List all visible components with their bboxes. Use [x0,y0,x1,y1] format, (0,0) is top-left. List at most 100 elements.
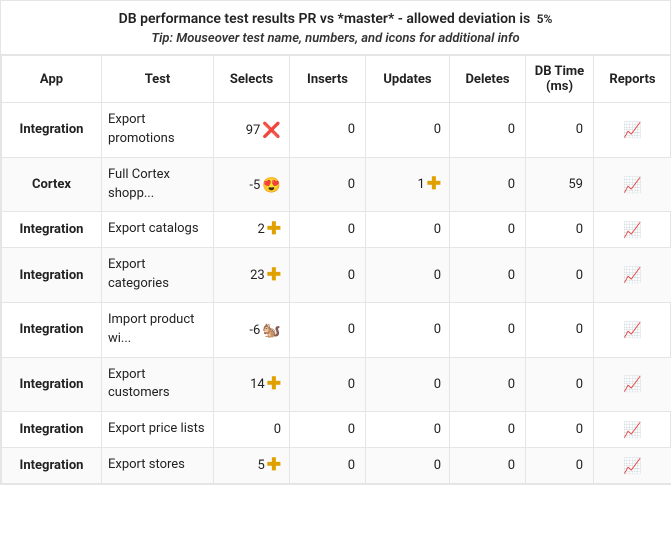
inserts-cell[interactable]: 0 [290,357,366,412]
chart-icon[interactable]: 📈 [623,421,642,439]
updates-cell[interactable]: 0 [366,212,450,248]
app-cell: Integration [2,248,102,303]
chart-icon[interactable]: 📈 [623,221,642,239]
selects-value[interactable]: 2 [257,222,264,237]
reports-cell[interactable]: 📈 [594,212,671,248]
dbtime-cell[interactable]: 0 [526,412,594,448]
title-text: DB performance test results PR vs *maste… [119,11,531,27]
deletes-cell[interactable]: 0 [450,248,526,303]
updates-value[interactable]: 0 [434,322,441,337]
inserts-cell[interactable]: 0 [290,412,366,448]
chart-icon[interactable]: 📈 [623,375,642,393]
test-cell[interactable]: Export price lists [102,412,214,448]
updates-cell[interactable]: 1✚ [366,157,450,212]
dbtime-cell[interactable]: 0 [526,302,594,357]
reports-cell[interactable]: 📈 [594,448,671,484]
dbtime-cell[interactable]: 0 [526,357,594,412]
inserts-cell[interactable]: 0 [290,302,366,357]
test-cell[interactable]: Export customers [102,357,214,412]
col-inserts: Inserts [290,56,366,103]
reports-cell[interactable]: 📈 [594,412,671,448]
updates-cell[interactable]: 0 [366,412,450,448]
plus-icon[interactable]: ✚ [267,376,281,393]
reports-cell[interactable]: 📈 [594,302,671,357]
reports-cell[interactable]: 📈 [594,357,671,412]
app-cell: Integration [2,103,102,158]
test-cell[interactable]: Export catalogs [102,212,214,248]
selects-value[interactable]: 5 [257,458,264,473]
reports-cell[interactable]: 📈 [594,157,671,212]
test-cell[interactable]: Full Cortex shopp... [102,157,214,212]
dbtime-cell[interactable]: 0 [526,212,594,248]
selects-value[interactable]: -5 [249,178,260,193]
selects-cell[interactable]: -5😍 [214,157,290,212]
deletes-cell[interactable]: 0 [450,103,526,158]
dbtime-cell[interactable]: 0 [526,103,594,158]
reports-cell[interactable]: 📈 [594,103,671,158]
app-cell: Integration [2,212,102,248]
selects-cell[interactable]: 2✚ [214,212,290,248]
selects-cell[interactable]: 23✚ [214,248,290,303]
plus-icon[interactable]: ✚ [267,457,281,474]
selects-value[interactable]: 97 [246,123,261,138]
selects-cell[interactable]: 0 [214,412,290,448]
selects-cell[interactable]: 5✚ [214,448,290,484]
deviation-value: 5% [537,12,553,26]
deletes-cell[interactable]: 0 [450,157,526,212]
selects-value[interactable]: -6 [249,323,260,338]
updates-cell[interactable]: 0 [366,302,450,357]
selects-value[interactable]: 0 [274,422,281,437]
dbtime-cell[interactable]: 0 [526,248,594,303]
updates-value[interactable]: 0 [434,422,441,437]
chart-icon[interactable]: 📈 [623,321,642,339]
selects-cell[interactable]: 97❌ [214,103,290,158]
selects-cell[interactable]: 14✚ [214,357,290,412]
deletes-cell[interactable]: 0 [450,302,526,357]
squirrel-icon[interactable]: 🐿️ [262,321,281,339]
deletes-cell[interactable]: 0 [450,412,526,448]
cross-icon[interactable]: ❌ [262,121,281,139]
chart-icon[interactable]: 📈 [623,266,642,284]
updates-cell[interactable]: 0 [366,248,450,303]
heart-icon[interactable]: 😍 [262,176,281,194]
chart-icon[interactable]: 📈 [623,176,642,194]
inserts-cell[interactable]: 0 [290,103,366,158]
chart-icon[interactable]: 📈 [623,457,642,475]
table-row: IntegrationExport customers14✚0000📈 [2,357,671,412]
deletes-cell[interactable]: 0 [450,448,526,484]
col-app: App [2,56,102,103]
selects-cell[interactable]: -6🐿️ [214,302,290,357]
deletes-cell[interactable]: 0 [450,212,526,248]
inserts-cell[interactable]: 0 [290,212,366,248]
updates-cell[interactable]: 0 [366,103,450,158]
col-updates: Updates [366,56,450,103]
test-cell[interactable]: Export categories [102,248,214,303]
updates-value[interactable]: 0 [434,377,441,392]
dbtime-cell[interactable]: 59 [526,157,594,212]
updates-value[interactable]: 0 [434,122,441,137]
table-row: IntegrationExport promotions97❌0000📈 [2,103,671,158]
test-cell[interactable]: Export stores [102,448,214,484]
plus-icon[interactable]: ✚ [267,221,281,238]
col-selects: Selects [214,56,290,103]
panel-title[interactable]: DB performance test results PR vs *maste… [9,11,662,27]
inserts-cell[interactable]: 0 [290,157,366,212]
selects-value[interactable]: 23 [250,268,265,283]
plus-icon[interactable]: ✚ [427,176,441,193]
updates-cell[interactable]: 0 [366,357,450,412]
updates-value[interactable]: 0 [434,458,441,473]
chart-icon[interactable]: 📈 [623,121,642,139]
test-cell[interactable]: Import product wi... [102,302,214,357]
updates-value[interactable]: 1 [417,177,424,192]
plus-icon[interactable]: ✚ [267,267,281,284]
selects-value[interactable]: 14 [250,377,265,392]
inserts-cell[interactable]: 0 [290,248,366,303]
test-cell[interactable]: Export promotions [102,103,214,158]
dbtime-cell[interactable]: 0 [526,448,594,484]
deletes-cell[interactable]: 0 [450,357,526,412]
inserts-cell[interactable]: 0 [290,448,366,484]
updates-value[interactable]: 0 [434,222,441,237]
updates-value[interactable]: 0 [434,268,441,283]
updates-cell[interactable]: 0 [366,448,450,484]
reports-cell[interactable]: 📈 [594,248,671,303]
